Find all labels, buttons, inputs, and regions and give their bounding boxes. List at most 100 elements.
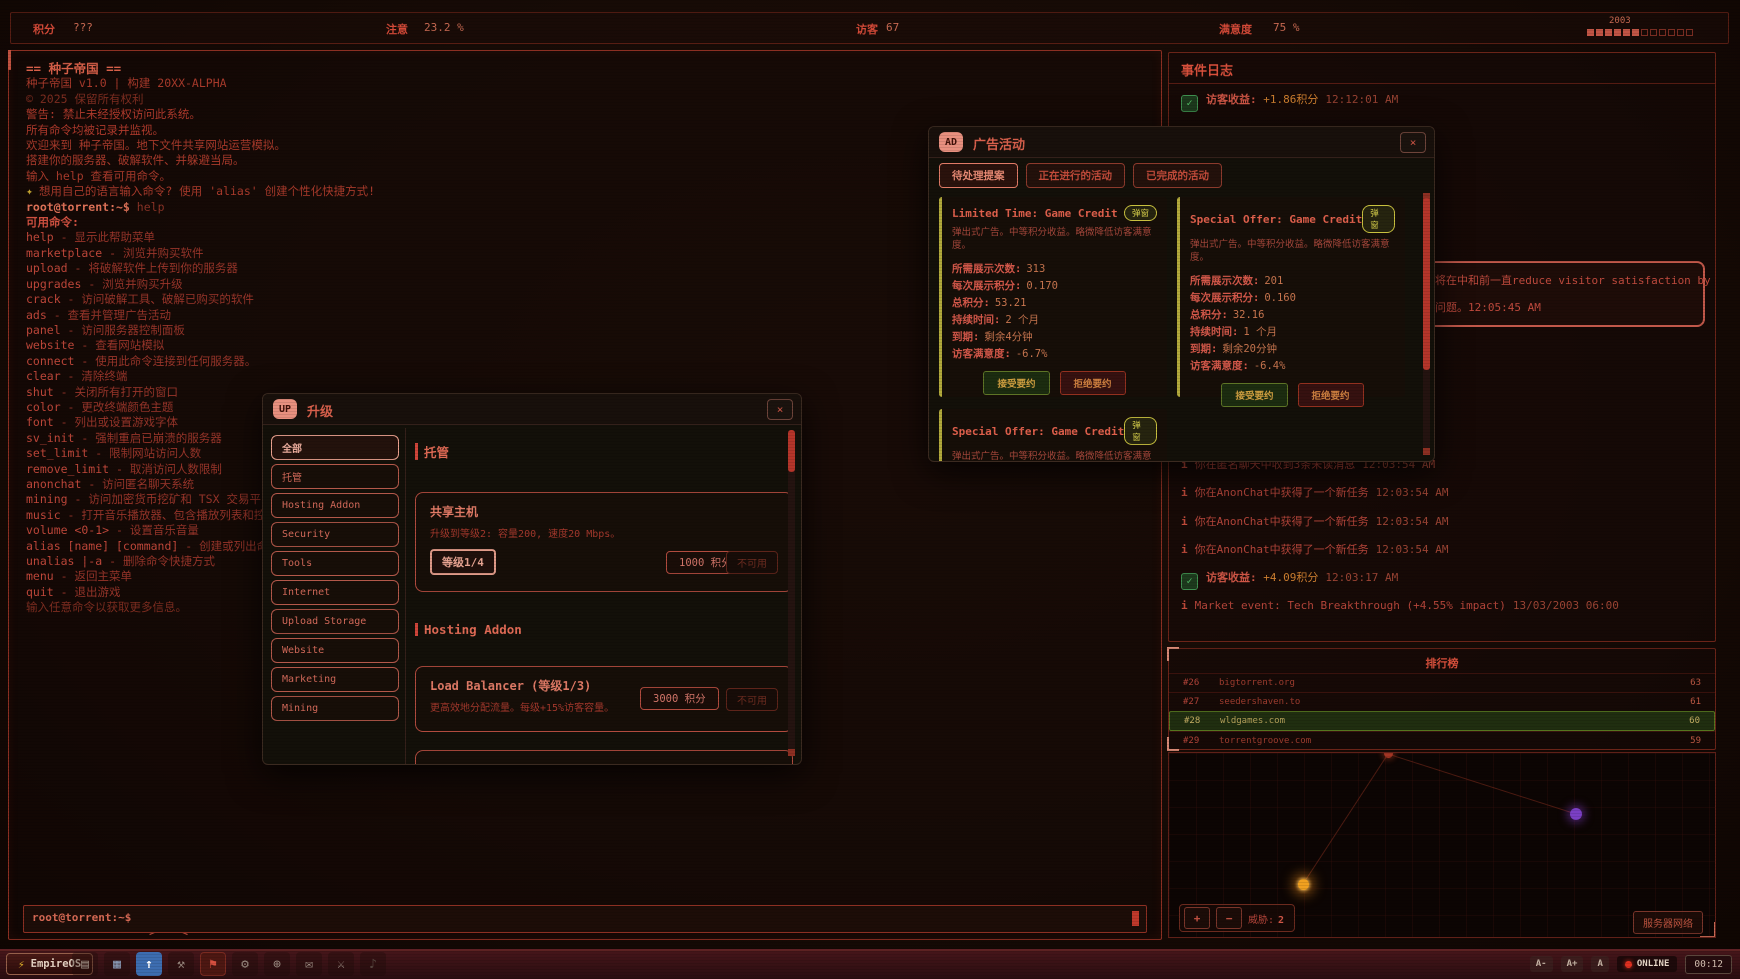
input-prompt: root@torrent:~$ — [32, 911, 131, 924]
prompt: root@torrent:~$ — [26, 200, 130, 214]
taskbar-icon[interactable]: ▦ — [104, 952, 130, 976]
attention-label: 注意 — [386, 21, 408, 37]
event-warning-line2: 问题。12:05:45 AM — [1435, 299, 1541, 315]
ad-card-stats: 所需展示次数:201 每次展示积分:0.160 总积分:32.16 持续时间:1… — [1190, 273, 1395, 375]
taskbar-icon[interactable]: ⊕ — [264, 952, 290, 976]
taskbar-icon[interactable]: ↑ — [136, 952, 162, 976]
scroll-down-arrow[interactable] — [1423, 448, 1430, 455]
stat-row: 到期:剩余20分钟 — [1190, 341, 1395, 358]
echoed-command — [130, 200, 137, 214]
info-icon: i — [1181, 543, 1188, 556]
server-node-active[interactable] — [1298, 879, 1309, 890]
section-header-hosting-addon: Hosting Addon — [415, 622, 522, 637]
category-button[interactable]: Internet — [271, 580, 399, 605]
leaderboard-row[interactable]: #28 wldgames.com 60 — [1169, 711, 1715, 731]
ad-tab[interactable]: 已完成的活动 — [1133, 163, 1222, 188]
terminal-banner: == 种子帝国 == — [26, 61, 1131, 76]
ad-offer-card: Special Offer: Game Credit 弹窗 弹出式广告。中等积分… — [1177, 197, 1405, 397]
stat-row: 访客满意度:-6.7% — [952, 346, 1157, 363]
category-button[interactable]: Marketing — [271, 667, 399, 692]
year-progress-square — [1596, 29, 1603, 36]
category-button[interactable]: Security — [271, 522, 399, 547]
taskbar-icon[interactable]: ⚙ — [232, 952, 258, 976]
buy-button-disabled[interactable]: 不可用 — [726, 688, 778, 711]
upgrades-modal: UP 升级 × 全部 托管 Hosting Addon Security Too… — [262, 393, 802, 765]
year-value: 2003 — [1609, 16, 1631, 26]
font-reset-button[interactable]: A — [1591, 956, 1608, 972]
check-icon: ✓ — [1181, 95, 1198, 112]
year-progress-square — [1614, 29, 1621, 36]
attention-value: 23.2 % — [424, 21, 464, 34]
ad-card-desc: 弹出式广告。中等积分收益。略微降低访客满意度。 — [1190, 239, 1395, 264]
accept-offer-button[interactable]: 接受要约 — [983, 371, 1049, 395]
stat-row: 每次展示积分:0.170 — [952, 278, 1157, 295]
online-status-badge: ONLINE — [1617, 956, 1678, 972]
upgrade-desc: 升级到等级2: 容量200, 速度20 Mbps。 — [430, 525, 620, 540]
reject-offer-button[interactable]: 拒绝要约 — [1060, 371, 1126, 395]
category-button[interactable]: Mining — [271, 696, 399, 721]
leaderboard-title: 排行榜 — [1169, 655, 1715, 671]
visitors-value: 67 — [886, 21, 899, 34]
zoom-in-button[interactable]: + — [1184, 907, 1210, 929]
buy-button-disabled[interactable]: 不可用 — [726, 551, 778, 574]
leaderboard-row[interactable]: #27 seedershaven.to 61 — [1169, 692, 1715, 711]
info-icon: i — [1181, 515, 1188, 528]
top-status-bar: 积分 ??? 注意 23.2 % 访客 67 满意度 75 % 2003 — [10, 12, 1729, 44]
scrollbar[interactable] — [1423, 193, 1430, 455]
terminal-input[interactable]: root@torrent:~$ — [23, 905, 1147, 933]
stat-row: 总积分:32.16 — [1190, 307, 1395, 324]
online-dot-icon — [1625, 961, 1632, 968]
taskbar-icon[interactable]: ▤ — [72, 952, 98, 976]
scrollbar[interactable] — [788, 430, 795, 756]
taskbar-icon[interactable]: ⚒ — [168, 952, 194, 976]
taskbar-tray: A- A+ A ONLINE 00:12 — [1530, 953, 1732, 975]
category-button[interactable]: Website — [271, 638, 399, 663]
zoom-out-button[interactable]: − — [1216, 907, 1242, 929]
ad-offer-card: Limited Time: Game Credit 弹窗 弹出式广告。中等积分收… — [939, 197, 1167, 397]
stat-row: 所需展示次数:201 — [1190, 273, 1395, 290]
points-label: 积分 — [33, 21, 55, 37]
satisfaction-label: 满意度 — [1219, 21, 1252, 37]
ad-card-title: Limited Time: Game Credit — [952, 207, 1118, 220]
year-progress-square — [1605, 29, 1612, 36]
ad-card-desc: 弹出式广告。中等积分收益。略微降低访客满意 — [952, 451, 1157, 462]
close-icon[interactable]: × — [1400, 132, 1426, 153]
server-network-panel: + − 威胁:2 服务器网络 — [1168, 752, 1716, 938]
ad-badge-icon: AD — [939, 132, 963, 152]
taskbar-icon[interactable]: ♪ — [360, 952, 386, 976]
ad-modal-title: 广告活动 — [973, 134, 1025, 153]
category-button[interactable]: 托管 — [271, 464, 399, 489]
year-progress-square — [1650, 29, 1657, 36]
reject-offer-button[interactable]: 拒绝要约 — [1298, 383, 1364, 407]
satisfaction-value: 75 % — [1273, 21, 1300, 34]
stat-row: 每次展示积分:0.160 — [1190, 290, 1395, 307]
ad-tab[interactable]: 待处理提案 — [939, 163, 1018, 188]
ad-tab[interactable]: 正在进行的活动 — [1026, 163, 1126, 188]
scrollbar-thumb[interactable] — [788, 430, 795, 472]
clock: 00:12 — [1685, 955, 1732, 974]
font-increase-button[interactable]: A+ — [1561, 956, 1584, 972]
close-icon[interactable]: × — [767, 399, 793, 420]
ad-modal-titlebar: AD 广告活动 × — [929, 127, 1434, 158]
category-button[interactable]: Hosting Addon — [271, 493, 399, 518]
accept-offer-button[interactable]: 接受要约 — [1221, 383, 1287, 407]
category-button[interactable]: Tools — [271, 551, 399, 576]
taskbar: ⚡ EmpireOS ▤ ▦ ↑ ⚒ ⚑ ⚙ ⊕ ✉ ⚔ ♪ A- A+ A — [0, 949, 1740, 979]
taskbar-icon[interactable]: ⚑ — [200, 952, 226, 976]
year-progress-square — [1641, 29, 1648, 36]
scrollbar-thumb[interactable] — [1423, 198, 1430, 370]
font-decrease-button[interactable]: A- — [1530, 956, 1553, 972]
leaderboard-rows: #26 bigtorrent.org 63 #27 seedershaven.t… — [1169, 673, 1715, 750]
leaderboard-row[interactable]: #26 bigtorrent.org 63 — [1169, 673, 1715, 692]
leaderboard-row[interactable]: #29 torrentgroove.com 59 — [1169, 731, 1715, 750]
stat-row: 持续时间:2 个月 — [952, 312, 1157, 329]
year-progress-square — [1587, 29, 1594, 36]
category-button[interactable]: Upload Storage — [271, 609, 399, 634]
taskbar-icon[interactable]: ⚔ — [328, 952, 354, 976]
category-button[interactable]: 全部 — [271, 435, 399, 460]
scroll-down-arrow[interactable] — [788, 749, 795, 756]
server-network-button[interactable]: 服务器网络 — [1633, 911, 1703, 934]
event-entry: i你在AnonChat中获得了一个新任务12:03:54 AM — [1181, 541, 1448, 557]
server-node-remote[interactable] — [1570, 808, 1582, 820]
taskbar-icon[interactable]: ✉ — [296, 952, 322, 976]
